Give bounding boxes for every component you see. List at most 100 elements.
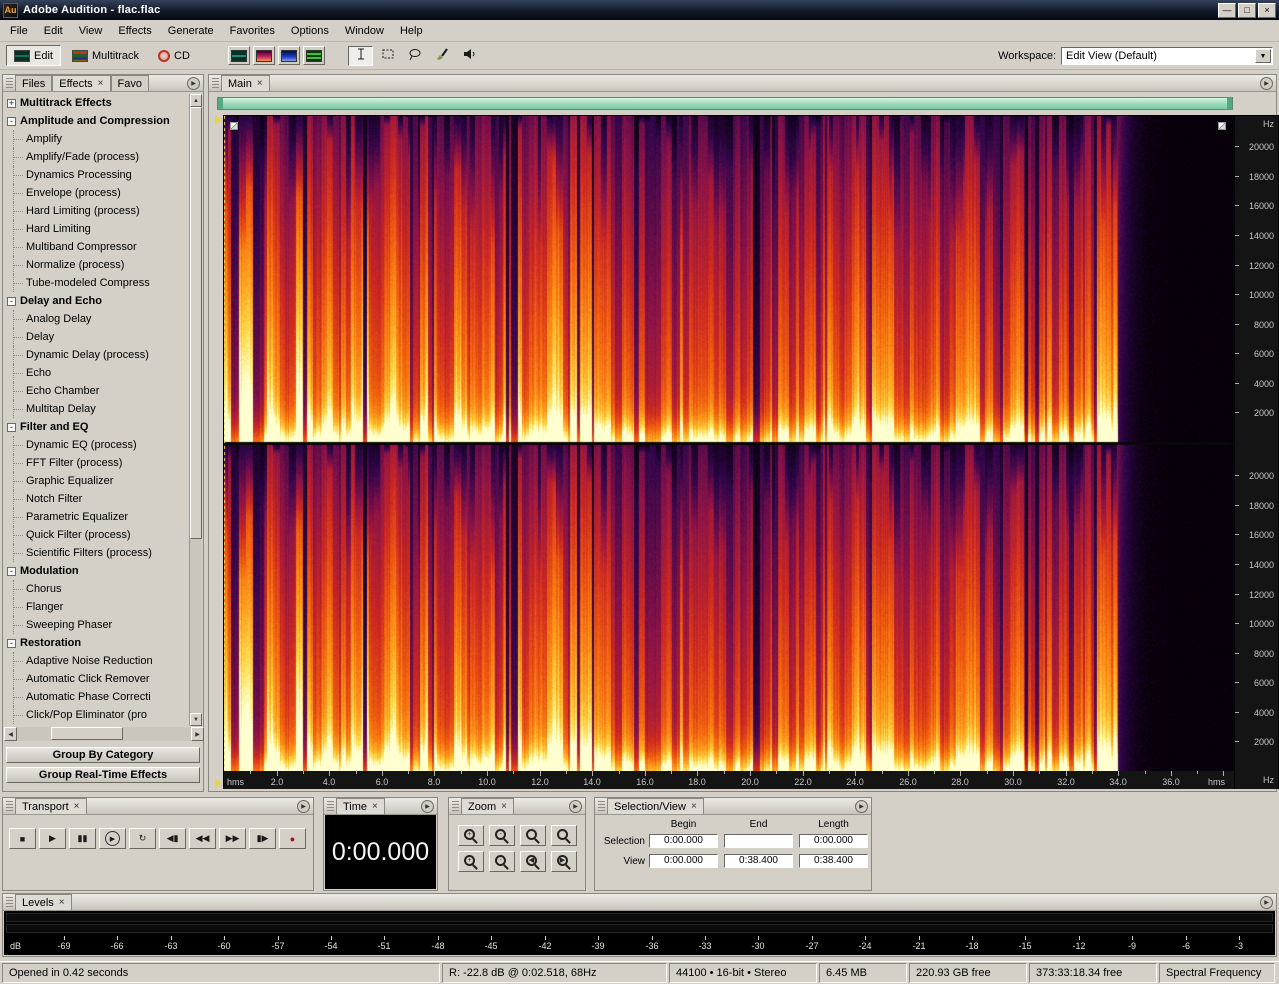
tree-item[interactable]: Multiband Compressor [4,238,190,256]
multitrack-view-button[interactable]: Multitrack [64,45,147,66]
tab-selection-view[interactable]: Selection/View × [607,798,704,814]
tree-item[interactable]: -Delay and Echo [4,292,190,310]
tree-item[interactable]: Amplify/Fade (process) [4,148,190,166]
zoom-out-horizontally-button[interactable]: - [489,825,515,846]
tree-item[interactable]: Dynamics Processing [4,166,190,184]
spectrogram-canvas[interactable] [224,116,1234,771]
effects-tree-horizontal-scrollbar[interactable]: ◀ ▶ [4,727,204,741]
tree-item[interactable]: Echo Chamber [4,382,190,400]
tree-item[interactable]: Delay [4,328,190,346]
tree-item[interactable]: FFT Filter (process) [4,454,190,472]
group-real-time-effects-button[interactable]: Group Real-Time Effects [6,767,200,783]
tree-item[interactable]: Graphic Equalizer [4,472,190,490]
tree-item[interactable]: Automatic Phase Correcti [4,688,190,706]
tree-item[interactable]: -Restoration [4,634,190,652]
transport-stop-button[interactable]: ■ [9,828,36,849]
tab-time[interactable]: Time × [336,798,385,814]
selection-begin-field[interactable]: 0:00.000 [649,834,718,848]
tab-main[interactable]: Main × [221,75,270,91]
selection-handle-left[interactable] [230,122,238,130]
edit-view-button[interactable]: Edit [6,45,61,66]
zoom-to-right-edge-button[interactable]: ▶ [551,851,577,872]
tree-item[interactable]: +Multitrack Effects [4,94,190,112]
tree-expand-box[interactable]: + [7,99,16,108]
tree-item[interactable]: Multitap Delay [4,400,190,418]
tree-item[interactable]: -Filter and EQ [4,418,190,436]
tree-item[interactable]: Normalize (process) [4,256,190,274]
transport-fast-forward-button[interactable]: ▶▶ [219,828,246,849]
panel-grip[interactable] [212,78,219,89]
effects-paintbrush-tool-button[interactable] [429,46,454,66]
horizontal-scrollbar-track[interactable] [17,727,191,741]
menu-item-options[interactable]: Options [283,22,337,40]
tab-transport[interactable]: Transport × [15,798,87,814]
tree-item[interactable]: Automatic Click Remover [4,670,190,688]
close-tab-icon[interactable]: × [501,802,507,811]
overview-scroll-bar[interactable] [217,97,1233,110]
close-tab-icon[interactable]: × [98,79,104,88]
tab-zoom[interactable]: Zoom × [461,798,514,814]
zoom-out-full-button[interactable] [520,825,546,846]
title-bar[interactable]: Au Adobe Audition - flac.flac — □ × [0,0,1279,20]
transport-record-button[interactable]: ● [279,828,306,849]
tab-effects[interactable]: Effects× [52,75,110,91]
transport-go-to-beginning-button[interactable]: ◀▮ [159,828,186,849]
tree-item[interactable]: Click/Pop Eliminator (pro [4,706,190,724]
panel-menu-button[interactable]: ▶ [569,800,582,813]
tree-item[interactable]: Hard Limiting [4,220,190,238]
lasso-selection-tool-button[interactable] [402,46,427,66]
panel-menu-button[interactable]: ▶ [297,800,310,813]
frequency-ruler[interactable]: Hz20000180001600014000120001000080006000… [1234,116,1278,789]
panel-menu-button[interactable]: ▶ [1260,77,1273,90]
spectral-frequency-view-button[interactable] [253,46,275,65]
zoom-out-vertically-button[interactable]: - [489,851,515,872]
transport-rewind-button[interactable]: ◀◀ [189,828,216,849]
spectral-phase-view-button[interactable] [303,46,325,65]
menu-item-window[interactable]: Window [337,22,392,40]
marquee-selection-tool-button[interactable] [375,46,400,66]
view-begin-field[interactable]: 0:00.000 [649,854,718,868]
scrub-tool-button[interactable] [456,46,481,66]
transport-play-from-cursor-button[interactable]: ▶ [99,828,126,849]
zoom-in-horizontally-button[interactable]: + [458,825,484,846]
tree-item[interactable]: Amplify [4,130,190,148]
transport-go-to-end-button[interactable]: ▮▶ [249,828,276,849]
view-end-field[interactable]: 0:38.400 [724,854,793,868]
menu-item-help[interactable]: Help [392,22,431,40]
zoom-to-selection-button[interactable] [551,825,577,846]
menu-item-edit[interactable]: Edit [36,22,71,40]
selection-end-field[interactable] [724,834,793,848]
tree-item[interactable]: Sweeping Phaser [4,616,190,634]
view-length-field[interactable]: 0:38.400 [799,854,868,868]
transport-play-looped-button[interactable]: ↻ [129,828,156,849]
tree-item[interactable]: Notch Filter [4,490,190,508]
waveform-view-button[interactable] [228,46,250,65]
selection-handle-right[interactable] [1218,122,1226,130]
close-tab-icon[interactable]: × [372,802,378,811]
scroll-right-button[interactable]: ▶ [191,727,204,741]
close-tab-icon[interactable]: × [691,802,697,811]
panel-grip[interactable] [452,801,459,812]
time-selection-tool-button[interactable] [348,46,373,66]
tab-levels[interactable]: Levels × [15,894,72,910]
tree-item[interactable]: Dynamic EQ (process) [4,436,190,454]
tab-favo[interactable]: Favo [111,75,149,91]
scroll-left-button[interactable]: ◀ [4,727,17,741]
close-tab-icon[interactable]: × [74,802,80,811]
transport-play-button[interactable]: ▶ [39,828,66,849]
panel-menu-button[interactable]: ▶ [855,800,868,813]
tree-item[interactable]: Echo [4,364,190,382]
playhead-marker-top[interactable] [215,115,222,125]
menu-item-favorites[interactable]: Favorites [222,22,283,40]
panel-grip[interactable] [6,897,13,908]
scroll-up-button[interactable]: ▲ [190,94,202,107]
selection-length-field[interactable]: 0:00.000 [799,834,868,848]
minimize-button[interactable]: — [1218,3,1236,18]
spectral-pan-view-button[interactable] [278,46,300,65]
zoom-in-vertically-button[interactable]: + [458,851,484,872]
panel-grip[interactable] [6,801,13,812]
panel-grip[interactable] [327,801,334,812]
tree-item[interactable]: Analog Delay [4,310,190,328]
chevron-down-icon[interactable]: ▼ [1255,49,1271,63]
tree-expand-box[interactable]: - [7,297,16,306]
